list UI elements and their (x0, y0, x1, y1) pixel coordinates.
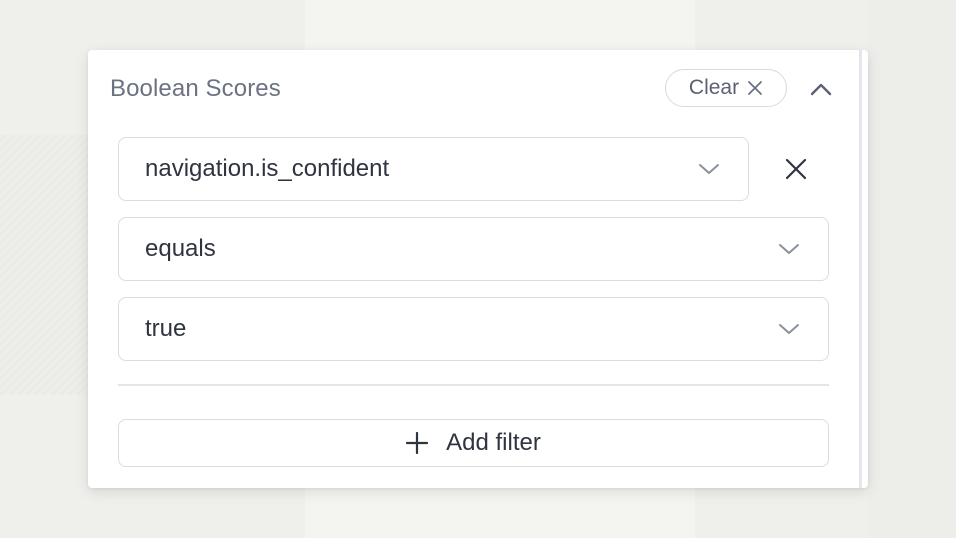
chevron-down-icon (779, 244, 799, 254)
divider (118, 384, 829, 386)
add-filter-label: Add filter (446, 429, 541, 456)
plus-icon (406, 432, 429, 454)
chevron-up-icon (810, 83, 832, 96)
operator-select[interactable]: equals (118, 217, 829, 281)
field-select-value: navigation.is_confident (145, 155, 390, 182)
remove-filter-button[interactable] (781, 154, 811, 184)
add-filter-button[interactable]: Add filter (118, 419, 829, 467)
close-icon (748, 81, 762, 95)
chevron-down-icon (779, 324, 799, 334)
clear-button[interactable]: Clear (665, 69, 787, 107)
filter-panel: Boolean Scores Clear navigation.is_confi… (88, 50, 868, 488)
value-select-value: true (145, 315, 187, 342)
background-panel-left (0, 135, 88, 395)
collapse-button[interactable] (806, 76, 836, 102)
background-panel-right (868, 0, 956, 538)
field-select[interactable]: navigation.is_confident (118, 137, 749, 201)
clear-button-label: Clear (688, 76, 740, 99)
scrollbar[interactable] (859, 50, 862, 488)
value-select[interactable]: true (118, 297, 829, 361)
chevron-down-icon (699, 164, 719, 174)
close-icon (785, 158, 807, 180)
operator-select-value: equals (145, 235, 216, 262)
panel-title: Boolean Scores (110, 75, 281, 102)
